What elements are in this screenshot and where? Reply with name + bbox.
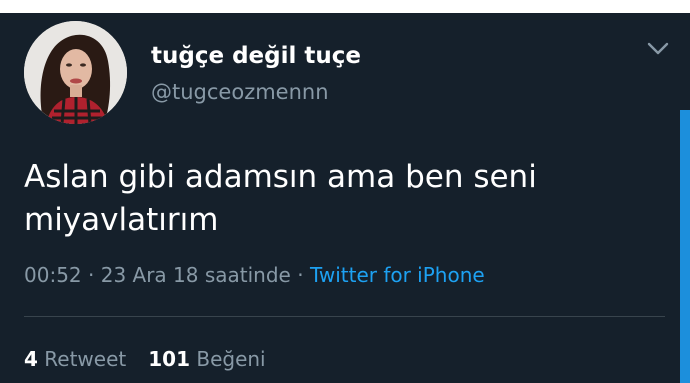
retweet-count: 4 <box>24 347 38 371</box>
avatar[interactable] <box>24 21 127 124</box>
retweet-stat[interactable]: 4 Retweet <box>24 347 126 371</box>
top-strip <box>0 0 690 13</box>
tweet-stats: 4 Retweet 101 Beğeni <box>24 347 266 371</box>
meta-separator: · <box>290 263 310 287</box>
like-label: Beğeni <box>196 347 266 371</box>
chevron-down-icon[interactable] <box>644 39 672 59</box>
tweet-text: Aslan gibi adamsın ama ben seni miyavlat… <box>24 156 664 242</box>
scrollbar[interactable] <box>680 110 690 383</box>
divider <box>24 316 665 317</box>
tweet-text-line: miyavlatırım <box>24 202 219 238</box>
tweet-source-link[interactable]: Twitter for iPhone <box>310 263 485 287</box>
retweet-label: Retweet <box>44 347 127 371</box>
tweet-text-line: Aslan gibi adamsın ama ben seni <box>24 159 537 195</box>
user-handle[interactable]: @tugceozmennn <box>151 80 329 104</box>
tweet-meta: 00:52 · 23 Ara 18 saatinde · Twitter for… <box>24 263 485 287</box>
tweet-card: tuğçe değil tuçe @tugceozmennn Aslan gib… <box>0 13 690 383</box>
meta-separator: · <box>81 263 101 287</box>
profile-photo-icon <box>24 21 127 124</box>
display-name[interactable]: tuğçe değil tuçe <box>151 43 361 69</box>
tweet-date[interactable]: 23 Ara 18 saatinde <box>101 263 291 287</box>
like-count: 101 <box>148 347 190 371</box>
like-stat[interactable]: 101 Beğeni <box>148 347 265 371</box>
tweet-time[interactable]: 00:52 <box>24 263 82 287</box>
